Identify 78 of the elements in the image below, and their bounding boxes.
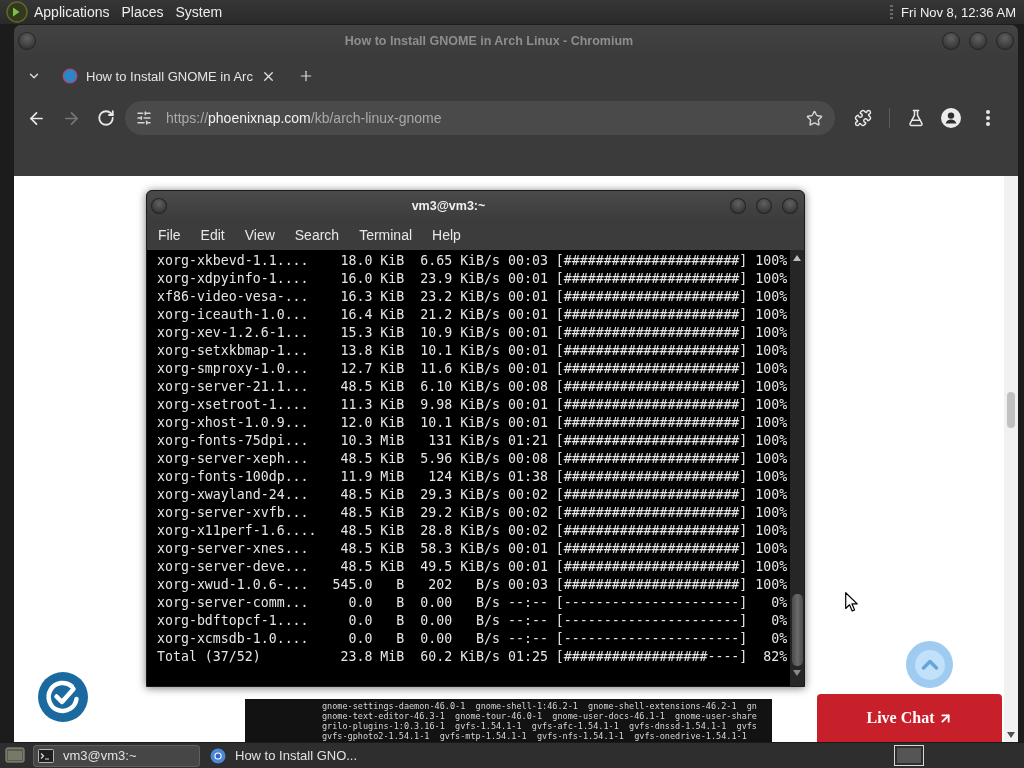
puzzle-icon [854, 109, 872, 127]
scrollbar-thumb[interactable] [1007, 392, 1015, 428]
scrollbar-thumb [791, 594, 803, 666]
terminal-line: gnome-settings-daemon-46.0-1 gnome-shell-1:46.2-1 gnome-shell-extensions-46.2-1 gn [322, 701, 757, 711]
browser-tab[interactable]: How to Install GNOME in Arc [54, 60, 292, 92]
desktop-icon [5, 746, 25, 765]
play-circle-icon [6, 1, 28, 23]
minimize-button[interactable] [942, 32, 960, 50]
taskbar-button[interactable]: How to Install GNO... [205, 744, 395, 767]
close-button[interactable] [996, 32, 1014, 50]
terminal-line: xorg-server-xvfb... 48.5 KiB 29.2 KiB/s 00:02 [######################] 100% [157, 504, 788, 522]
terminal-line: xorg-xhost-1.0.9... 12.0 KiB 10.1 KiB/s 00:01 [######################] 100% [157, 414, 788, 432]
terminal-title: vm3@vm3:~ [411, 198, 486, 213]
terminal-line: xorg-server-comm... 0.0 B 0.00 B/s --:-- [----------------------] 0% [157, 594, 788, 612]
triangle-up-icon [793, 255, 801, 261]
terminal-line: xorg-fonts-75dpi... 10.3 MiB 131 KiB/s 01:21 [######################] 100% [157, 432, 788, 450]
terminal-line: xorg-fonts-100dp... 11.9 MiB 124 KiB/s 01:38 [######################] 100% [157, 468, 788, 486]
menu-item[interactable]: Edit [200, 227, 225, 243]
site-info-button[interactable] [135, 109, 153, 127]
taskbar-button[interactable]: vm3@vm3:~ [33, 744, 200, 767]
triangle-down-icon [1007, 732, 1015, 738]
maximize-button[interactable] [969, 32, 987, 50]
minimize-button[interactable] [730, 197, 746, 214]
window-menu-button[interactable] [18, 32, 36, 50]
terminal-line: xorg-xkbevd-1.1.... 18.0 KiB 6.65 KiB/s 00:03 [######################] 100% [157, 252, 788, 270]
terminal-line: gvfs-gphoto2-1.54.1-1 gvfs-mtp-1.54.1-1 gvfs-nfs-1.54.1-1 gvfs-onedrive-1.54.1-1 [322, 731, 747, 741]
terminal-line: xorg-x11perf-1.6.... 48.5 KiB 28.8 KiB/s 00:02 [######################] 100% [157, 522, 788, 540]
window-menu-button[interactable] [151, 197, 167, 214]
terminal-line: gnome-text-editor-46.3-1 gnome-tour-46.0-1 gnome-user-docs-46.1-1 gnome-user-share [322, 711, 757, 721]
terminal-line: xorg-iceauth-1.0... 16.4 KiB 21.2 KiB/s 00:01 [######################] 100% [157, 306, 788, 324]
favicon-icon [62, 68, 78, 84]
browser-icon [210, 747, 226, 764]
clock[interactable]: Fri Nov 8, 12:36 AM [901, 1, 1016, 23]
check-logo-icon [38, 672, 88, 722]
close-button[interactable] [782, 197, 798, 214]
menu-item[interactable]: Terminal [359, 227, 413, 243]
terminal-line: Total (37/52) 23.8 MiB 60.2 KiB/s 01:25 [##################----] 82% [157, 648, 788, 666]
reload-icon [97, 109, 115, 127]
triangle-down-icon [793, 670, 801, 676]
menu-item[interactable]: Help [432, 227, 461, 243]
more-icon [986, 110, 990, 126]
terminal-line: xorg-xwayland-24... 48.5 KiB 29.3 KiB/s 00:02 [######################] 100% [157, 486, 788, 504]
terminal-line: xorg-xev-1.2.6-1... 15.3 KiB 10.9 KiB/s 00:01 [######################] 100% [157, 324, 788, 342]
workspace-switcher[interactable] [894, 745, 924, 766]
scroll-to-top-button[interactable] [906, 641, 953, 688]
sliders-icon [136, 110, 152, 126]
maximize-button[interactable] [756, 197, 772, 214]
bookmark-button[interactable] [805, 109, 823, 127]
terminal-line: xorg-server-deve... 48.5 KiB 49.5 KiB/s 00:01 [######################] 100% [157, 558, 788, 576]
terminal-line: xorg-server-xeph... 48.5 KiB 5.96 KiB/s 00:08 [######################] 100% [157, 450, 788, 468]
terminal-line: xorg-xwud-1.0.6-... 545.0 B 202 B/s 00:03 [######################] 100% [157, 576, 788, 594]
window-title: How to Install GNOME in Arch Linux - Chromium [344, 34, 634, 48]
terminal-line: xf86-video-vesa-... 16.3 KiB 23.2 KiB/s 00:01 [######################] 100% [157, 288, 788, 306]
terminal-line: xorg-xcmsdb-1.0.... 0.0 B 0.00 B/s --:-- [----------------------] 0% [157, 630, 788, 648]
terminal-line: xorg-bdftopcf-1.... 0.0 B 0.00 B/s --:-- [----------------------] 0% [157, 612, 788, 630]
terminal-line: grilo-plugins-1:0.3.16-1 gvfs-1.54.1-1 gvfs-afc-1.54.1-1 gvfs-dnssd-1.54.1-1 gvfs [322, 721, 757, 731]
chevron-up-circle-icon [914, 649, 945, 680]
address-bar[interactable]: https://phoenixnap.com/kb/arch-linux-gnome [125, 101, 835, 135]
menu-item[interactable]: Search [294, 227, 340, 243]
star-icon [805, 109, 823, 127]
terminal-line: xorg-server-21.1... 48.5 KiB 6.10 KiB/s 00:08 [######################] 100% [157, 378, 788, 396]
terminal-line: xorg-setxkbmap-1... 13.8 KiB 10.1 KiB/s 00:01 [######################] 100% [157, 342, 788, 360]
terminal-line: xorg-xsetroot-1.... 11.3 KiB 9.98 KiB/s 00:01 [######################] 100% [157, 396, 788, 414]
plus-icon [298, 68, 314, 84]
panel-menu[interactable]: Places [115, 1, 170, 23]
menu-item[interactable]: File [158, 227, 181, 243]
terminal-line: xorg-xdpyinfo-1.... 16.0 KiB 23.9 KiB/s 00:01 [######################] 100% [157, 270, 788, 288]
mouse-cursor-icon [845, 592, 858, 612]
avatar-icon [941, 108, 961, 128]
menu-item[interactable]: View [244, 227, 275, 243]
terminal-line: xorg-smproxy-1.0... 12.7 KiB 11.6 KiB/s 00:01 [######################] 100% [157, 360, 788, 378]
terminal-icon [38, 748, 54, 763]
drag-handle-icon [890, 4, 894, 20]
live-chat-button[interactable]: Live Chat [817, 694, 1002, 742]
terminal-line: xorg-server-xnes... 48.5 KiB 58.3 KiB/s 00:01 [######################] 100% [157, 540, 788, 558]
panel-menu[interactable]: Applications [28, 1, 116, 23]
panel-menu[interactable]: System [169, 1, 229, 23]
flask-icon [907, 109, 925, 127]
